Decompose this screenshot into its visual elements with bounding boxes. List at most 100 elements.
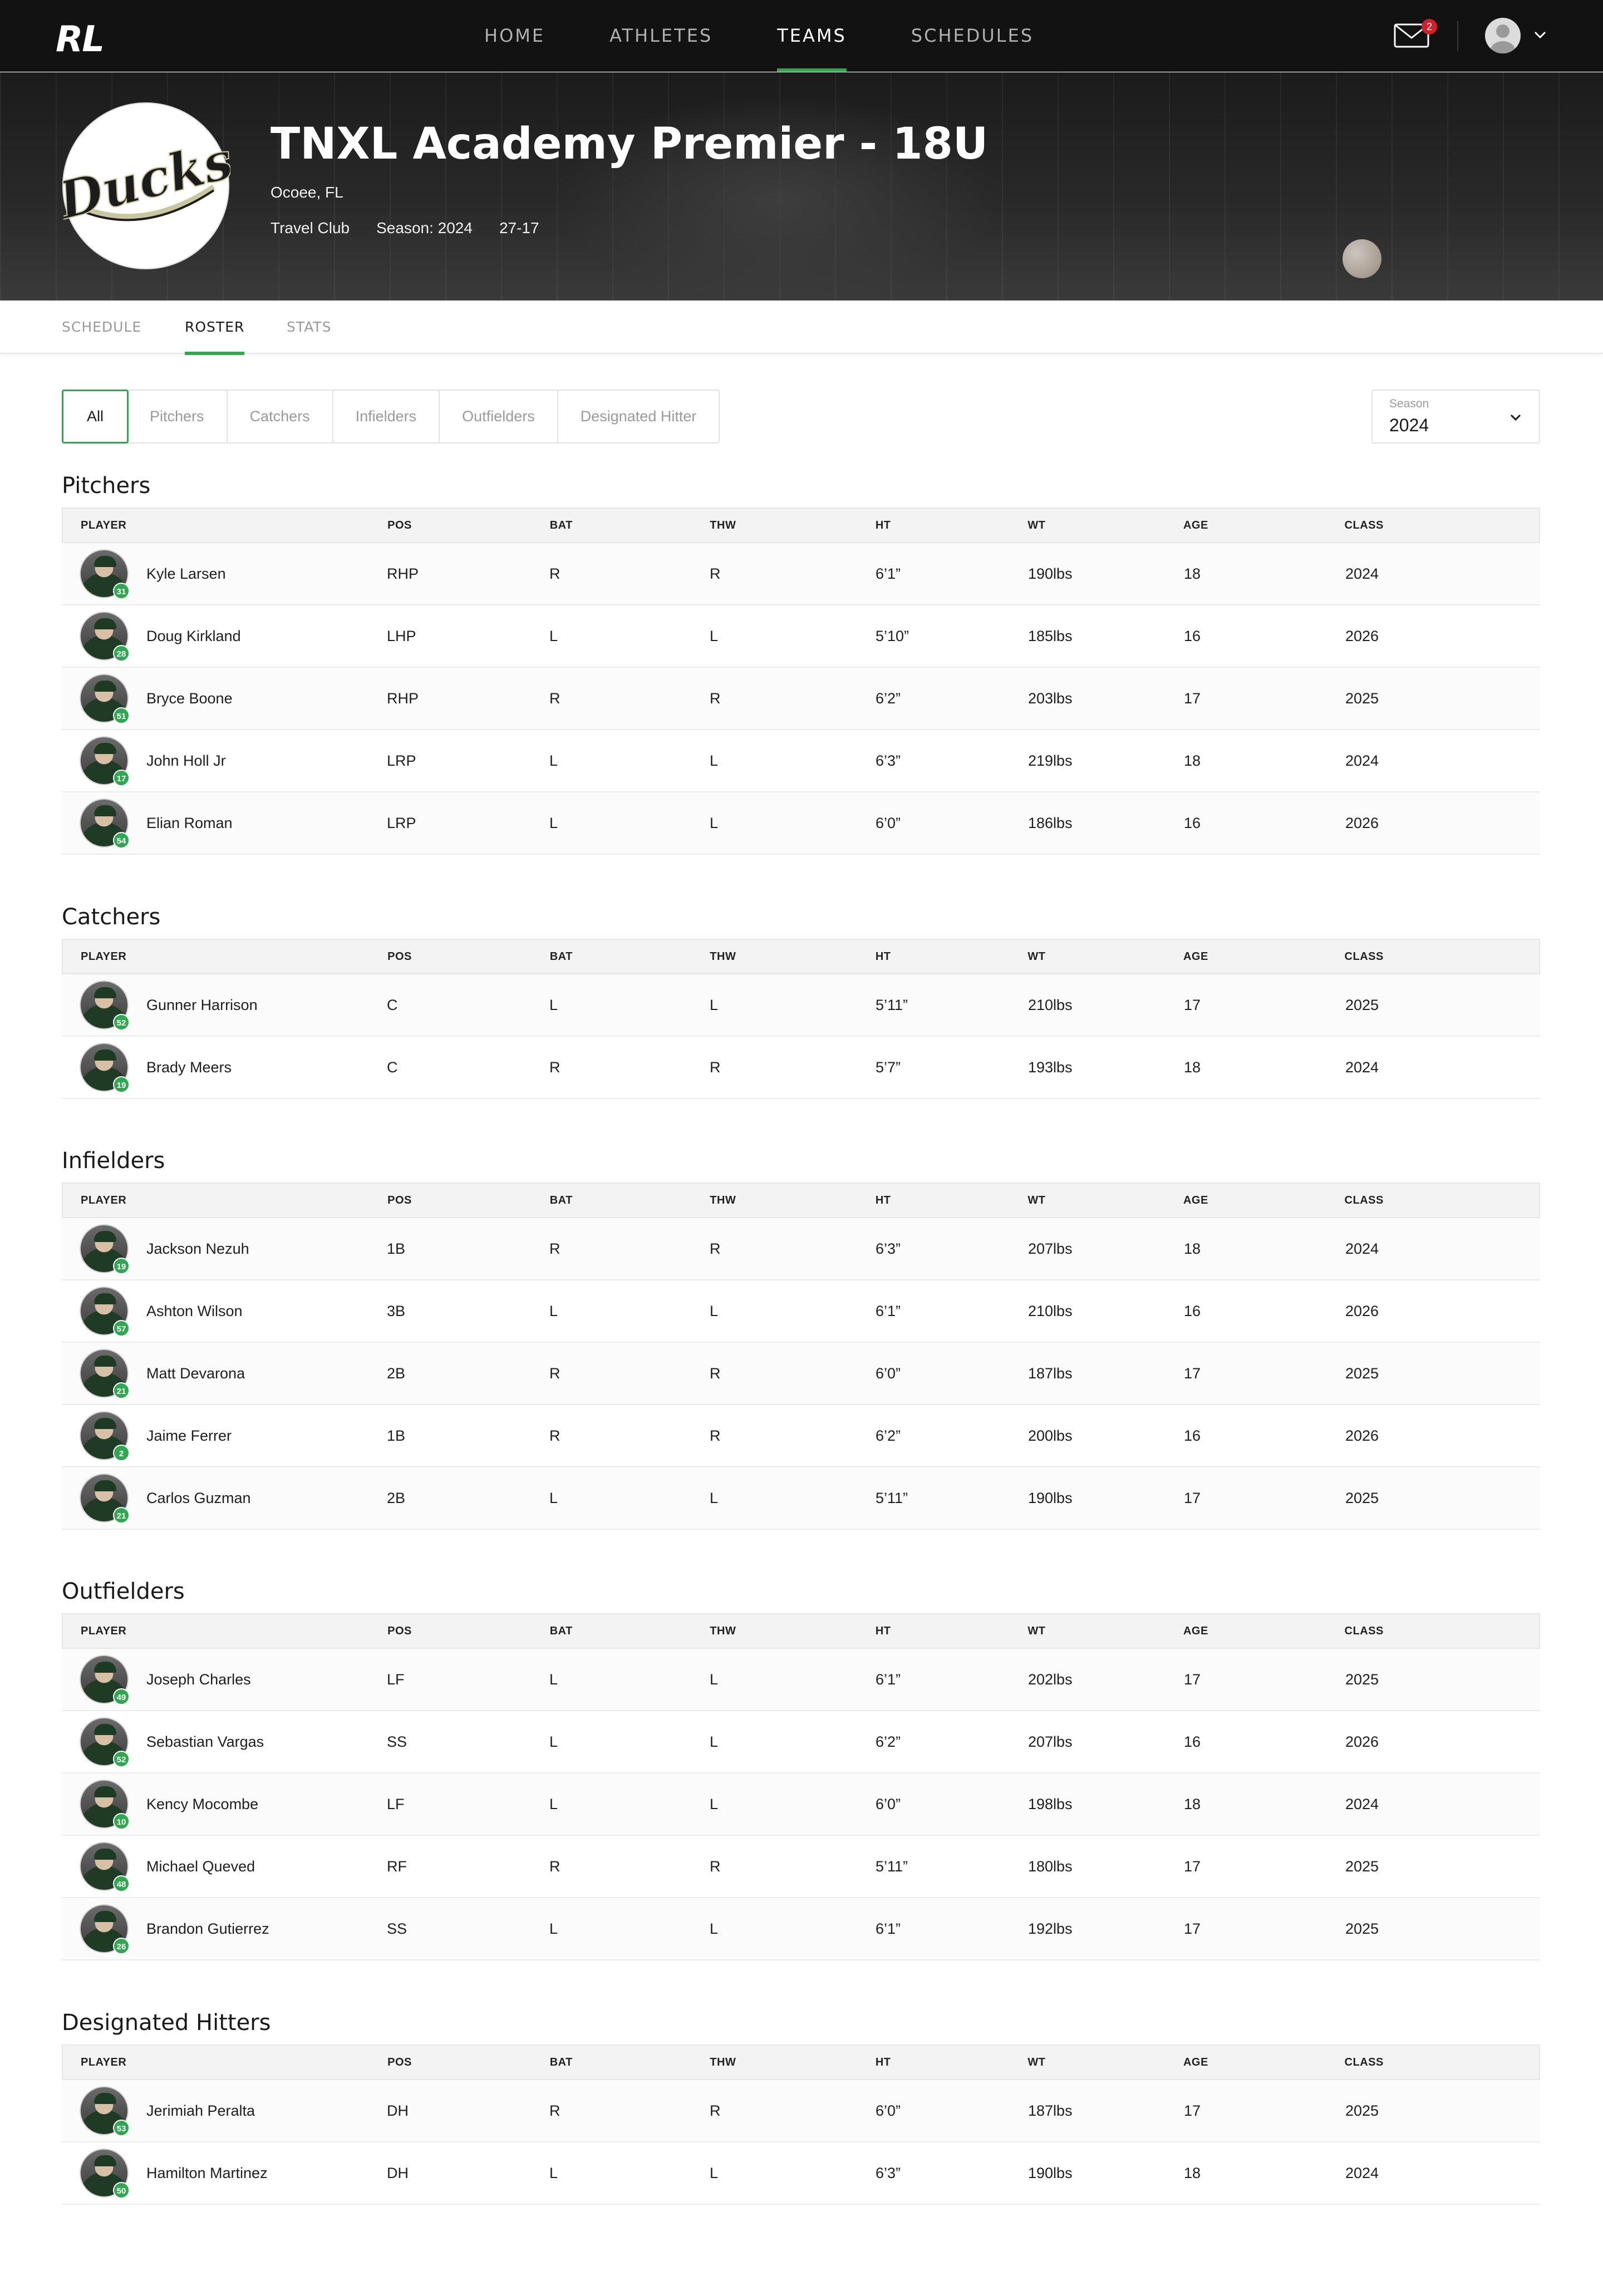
column-header-age[interactable]: AGE — [1183, 950, 1345, 963]
player-cell[interactable]: 52 Sebastian Vargas — [62, 1717, 387, 1767]
column-header-bat[interactable]: BAT — [550, 519, 710, 532]
player-avatar[interactable]: 21 — [80, 1349, 130, 1399]
player-cell[interactable]: 19 Brady Meers — [62, 1043, 387, 1093]
column-header-class[interactable]: CLASS — [1345, 519, 1539, 532]
column-header-ht[interactable]: HT — [876, 2056, 1028, 2069]
season-select[interactable]: Season 2024 — [1371, 390, 1540, 444]
player-name[interactable]: Carlos Guzman — [146, 1490, 251, 1507]
player-avatar[interactable]: 57 — [80, 1287, 130, 1337]
filter-catchers[interactable]: Catchers — [228, 391, 333, 442]
nav-link-athletes[interactable]: ATHLETES — [609, 0, 712, 72]
column-header-class[interactable]: CLASS — [1345, 1194, 1539, 1207]
player-name[interactable]: Sebastian Vargas — [146, 1733, 264, 1751]
column-header-age[interactable]: AGE — [1183, 1625, 1345, 1638]
player-cell[interactable]: 10 Kency Mocombe — [62, 1780, 387, 1830]
table-row[interactable]: 19 Brady Meers C R R 5’7” 193lbs 18 2024 — [62, 1037, 1540, 1099]
player-avatar[interactable]: 19 — [80, 1224, 130, 1274]
column-header-pos[interactable]: POS — [387, 1625, 550, 1638]
table-row[interactable]: 49 Joseph Charles LF L L 6’1” 202lbs 17 2025 — [62, 1649, 1540, 1711]
table-row[interactable]: 21 Matt Devarona 2B R R 6’0” 187lbs 17 2025 — [62, 1343, 1540, 1405]
player-name[interactable]: John Holl Jr — [146, 752, 226, 770]
player-name[interactable]: Hamilton Martinez — [146, 2165, 268, 2182]
nav-link-home[interactable]: HOME — [484, 0, 545, 72]
player-name[interactable]: Doug Kirkland — [146, 628, 241, 645]
player-cell[interactable]: 53 Jerimiah Peralta — [62, 2086, 387, 2136]
column-header-thw[interactable]: THW — [710, 1194, 876, 1207]
table-row[interactable]: 26 Brandon Gutierrez SS L L 6’1” 192lbs 17 2025 — [62, 1898, 1540, 1960]
player-avatar[interactable]: 54 — [80, 799, 130, 849]
player-name[interactable]: Jerimiah Peralta — [146, 2102, 255, 2120]
player-avatar[interactable]: 21 — [80, 1474, 130, 1524]
table-row[interactable]: 48 Michael Queved RF R R 5’11” 180lbs 17 2025 — [62, 1836, 1540, 1898]
column-header-thw[interactable]: THW — [710, 1625, 876, 1638]
table-row[interactable]: 19 Jackson Nezuh 1B R R 6’3” 207lbs 18 2024 — [62, 1218, 1540, 1280]
column-header-wt[interactable]: WT — [1027, 1194, 1183, 1207]
player-avatar[interactable]: 2 — [80, 1411, 130, 1461]
player-name[interactable]: Kency Mocombe — [146, 1796, 258, 1813]
player-avatar[interactable]: 52 — [80, 981, 130, 1031]
player-avatar[interactable]: 49 — [80, 1655, 130, 1705]
column-header-ht[interactable]: HT — [876, 1194, 1028, 1207]
column-header-class[interactable]: CLASS — [1345, 1625, 1539, 1638]
player-name[interactable]: Jackson Nezuh — [146, 1240, 249, 1258]
player-avatar[interactable]: 19 — [80, 1043, 130, 1093]
player-name[interactable]: Matt Devarona — [146, 1365, 245, 1382]
player-cell[interactable]: 52 Gunner Harrison — [62, 981, 387, 1031]
column-header-player[interactable]: PLAYER — [63, 950, 387, 963]
player-avatar[interactable]: 50 — [80, 2149, 130, 2199]
player-cell[interactable]: 2 Jaime Ferrer — [62, 1411, 387, 1461]
tab-stats[interactable]: STATS — [287, 300, 332, 354]
table-row[interactable]: 52 Sebastian Vargas SS L L 6’2” 207lbs 16 2026 — [62, 1711, 1540, 1773]
column-header-class[interactable]: CLASS — [1345, 950, 1539, 963]
column-header-ht[interactable]: HT — [876, 519, 1028, 532]
player-avatar[interactable]: 52 — [80, 1717, 130, 1767]
player-cell[interactable]: 21 Carlos Guzman — [62, 1474, 387, 1524]
player-cell[interactable]: 19 Jackson Nezuh — [62, 1224, 387, 1274]
player-cell[interactable]: 51 Bryce Boone — [62, 674, 387, 724]
tab-roster[interactable]: ROSTER — [185, 300, 245, 355]
column-header-wt[interactable]: WT — [1027, 2056, 1183, 2069]
player-cell[interactable]: 28 Doug Kirkland — [62, 612, 387, 662]
column-header-wt[interactable]: WT — [1027, 950, 1183, 963]
player-cell[interactable]: 57 Ashton Wilson — [62, 1287, 387, 1337]
player-name[interactable]: Michael Queved — [146, 1858, 255, 1875]
column-header-thw[interactable]: THW — [710, 519, 876, 532]
column-header-wt[interactable]: WT — [1027, 1625, 1183, 1638]
column-header-bat[interactable]: BAT — [550, 2056, 710, 2069]
table-row[interactable]: 57 Ashton Wilson 3B L L 6’1” 210lbs 16 2026 — [62, 1280, 1540, 1343]
column-header-ht[interactable]: HT — [876, 950, 1028, 963]
table-row[interactable]: 17 John Holl Jr LRP L L 6’3” 219lbs 18 2024 — [62, 730, 1540, 792]
column-header-bat[interactable]: BAT — [550, 1194, 710, 1207]
filter-outfielders[interactable]: Outfielders — [440, 391, 558, 442]
player-avatar[interactable]: 26 — [80, 1904, 130, 1954]
player-cell[interactable]: 21 Matt Devarona — [62, 1349, 387, 1399]
table-row[interactable]: 28 Doug Kirkland LHP L L 5’10” 185lbs 16 2026 — [62, 605, 1540, 668]
player-avatar[interactable]: 48 — [80, 1842, 130, 1892]
column-header-bat[interactable]: BAT — [550, 950, 710, 963]
filter-designated-hitter[interactable]: Designated Hitter — [558, 391, 719, 442]
column-header-class[interactable]: CLASS — [1345, 2056, 1539, 2069]
rl-logo[interactable]: RL — [56, 19, 105, 60]
table-row[interactable]: 51 Bryce Boone RHP R R 6’2” 203lbs 17 2025 — [62, 668, 1540, 730]
player-name[interactable]: Ashton Wilson — [146, 1303, 243, 1320]
column-header-player[interactable]: PLAYER — [63, 1625, 387, 1638]
column-header-thw[interactable]: THW — [710, 2056, 876, 2069]
player-avatar[interactable]: 31 — [80, 549, 130, 599]
player-avatar[interactable]: 53 — [80, 2086, 130, 2136]
column-header-age[interactable]: AGE — [1183, 1194, 1345, 1207]
player-cell[interactable]: 26 Brandon Gutierrez — [62, 1904, 387, 1954]
player-cell[interactable]: 49 Joseph Charles — [62, 1655, 387, 1705]
player-avatar[interactable]: 28 — [80, 612, 130, 662]
chevron-down-icon[interactable] — [1532, 27, 1548, 43]
column-header-pos[interactable]: POS — [387, 519, 550, 532]
table-row[interactable]: 50 Hamilton Martinez DH L L 6’3” 190lbs 18 2024 — [62, 2142, 1540, 2205]
player-name[interactable]: Brandon Gutierrez — [146, 1920, 269, 1938]
player-name[interactable]: Gunner Harrison — [146, 997, 258, 1014]
table-row[interactable]: 21 Carlos Guzman 2B L L 5’11” 190lbs 17 2025 — [62, 1467, 1540, 1530]
column-header-pos[interactable]: POS — [387, 2056, 550, 2069]
player-cell[interactable]: 50 Hamilton Martinez — [62, 2149, 387, 2199]
player-name[interactable]: Joseph Charles — [146, 1671, 251, 1688]
user-avatar[interactable] — [1485, 18, 1521, 53]
table-row[interactable]: 10 Kency Mocombe LF L L 6’0” 198lbs 18 2024 — [62, 1773, 1540, 1836]
nav-link-schedules[interactable]: SCHEDULES — [911, 0, 1034, 72]
